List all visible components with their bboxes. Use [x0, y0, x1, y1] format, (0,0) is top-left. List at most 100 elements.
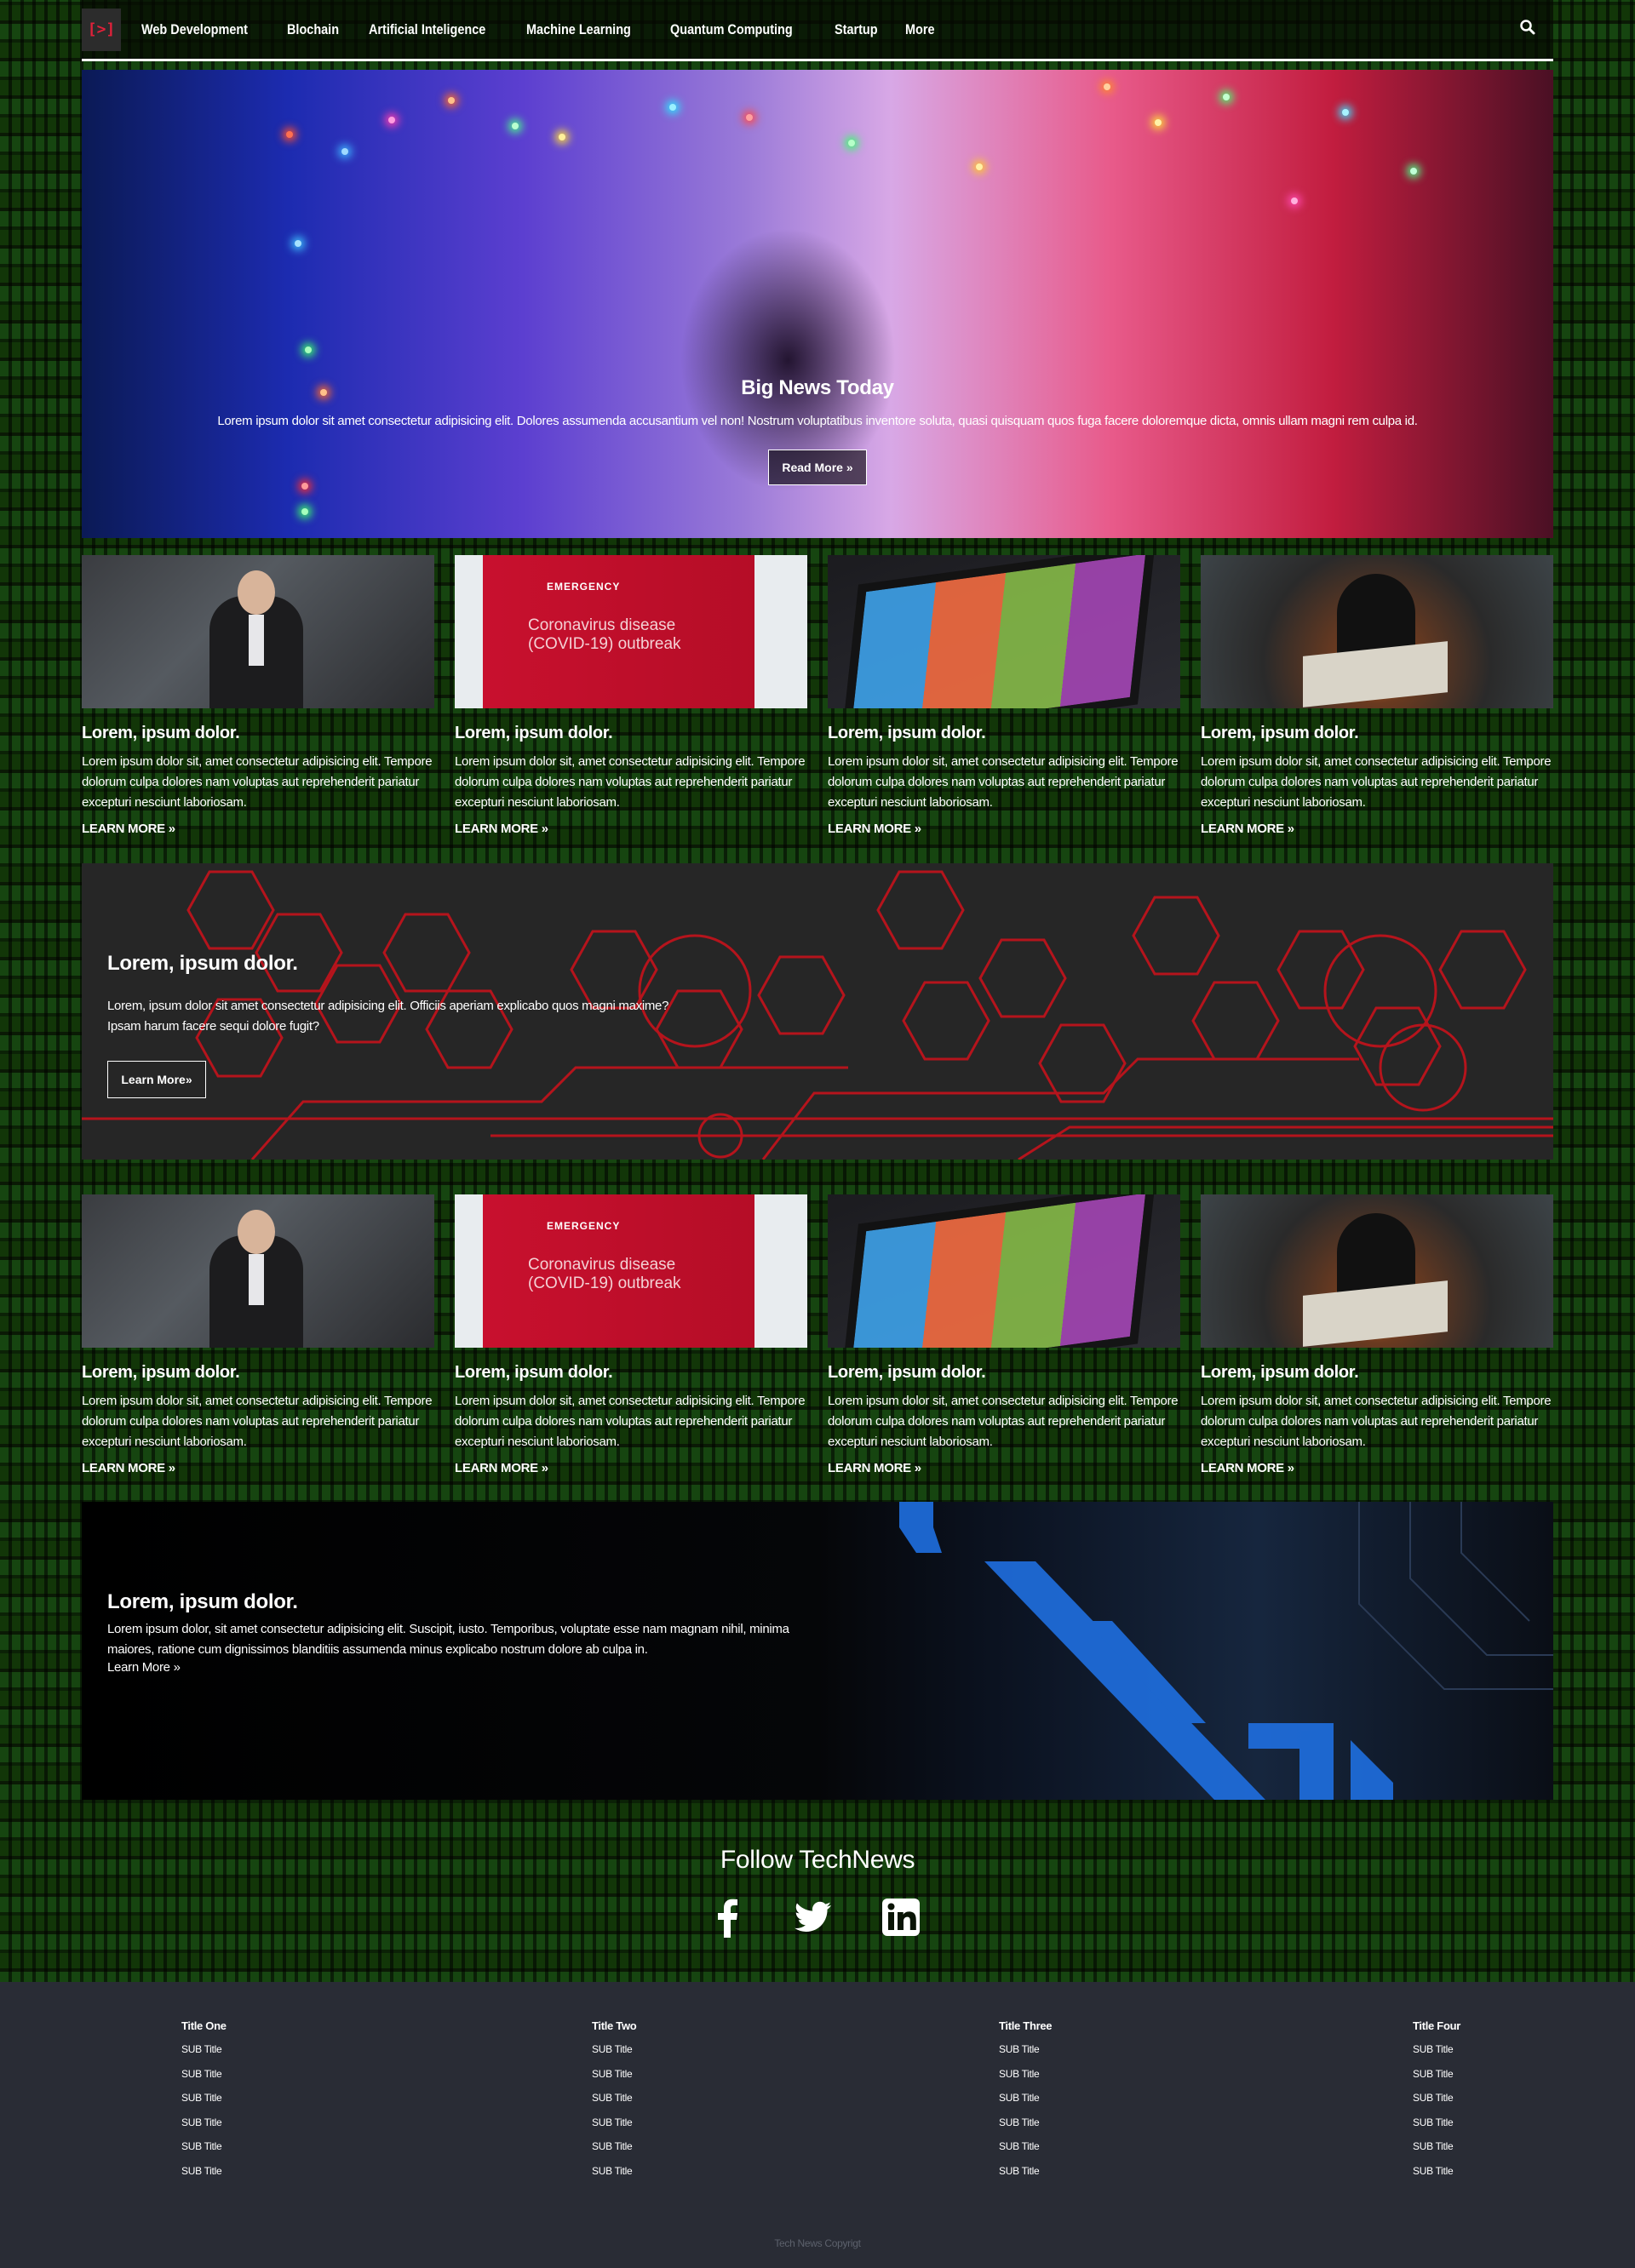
footer-link[interactable]: SUB Title — [999, 2042, 1052, 2067]
hooded-hacker-photo — [1201, 555, 1553, 708]
learn-more-link[interactable]: LEARN MORE » — [455, 1461, 548, 1475]
card-text: Lorem ipsum dolor sit, amet consectetur … — [1201, 1394, 1552, 1449]
footer-link[interactable]: SUB Title — [181, 2067, 227, 2092]
footer-column-title: Title Four — [1413, 2019, 1460, 2032]
follow-title: Follow TechNews — [720, 1846, 915, 1874]
card: Lorem, ipsum dolor. Lorem ipsum dolor si… — [82, 555, 434, 837]
learn-more-link[interactable]: LEARN MORE » — [828, 1461, 921, 1475]
footer-link[interactable]: SUB Title — [181, 2116, 227, 2140]
cards-row-1: Lorem, ipsum dolor. Lorem ipsum dolor si… — [82, 555, 1553, 837]
learn-more-link[interactable]: LEARN MORE » — [1201, 822, 1294, 836]
footer-column: Title Four SUB Title SUB Title SUB Title… — [1413, 2019, 1460, 2189]
card-title: Lorem, ipsum dolor. — [1201, 724, 1359, 742]
linkedin-icon[interactable] — [881, 1897, 921, 1938]
footer-link[interactable]: SUB Title — [999, 2067, 1052, 2092]
nav-item-machine-learning[interactable]: Machine Learning — [526, 21, 631, 38]
card-title: Lorem, ipsum dolor. — [828, 724, 986, 742]
footer-link[interactable]: SUB Title — [999, 2091, 1052, 2116]
footer-link[interactable]: SUB Title — [1413, 2139, 1460, 2164]
office-photo — [82, 1194, 434, 1348]
card-title: Lorem, ipsum dolor. — [82, 724, 240, 742]
card-text: Lorem ipsum dolor sit, amet consectetur … — [1201, 754, 1552, 810]
copyright-text: Tech News Copyrigt — [774, 2237, 861, 2249]
card-title: Lorem, ipsum dolor. — [455, 724, 613, 742]
card-title: Lorem, ipsum dolor. — [828, 1363, 986, 1382]
card-title: Lorem, ipsum dolor. — [82, 1363, 240, 1382]
sign-text: Coronavirus disease (COVID-19) outbreak — [528, 616, 681, 653]
footer-link[interactable]: SUB Title — [1413, 2067, 1460, 2092]
footer-column-title: Title Two — [592, 2019, 637, 2032]
learn-more-link[interactable]: LEARN MORE » — [82, 1461, 175, 1475]
footer-link[interactable]: SUB Title — [181, 2139, 227, 2164]
read-more-button[interactable]: Read More » — [768, 450, 867, 485]
footer-link[interactable]: SUB Title — [592, 2116, 636, 2140]
footer-link[interactable]: SUB Title — [999, 2164, 1052, 2189]
feature-banner-hexagon: Lorem, ipsum dolor. Lorem, ipsum dolor s… — [82, 863, 1553, 1160]
card: Lorem, ipsum dolor. Lorem ipsum dolor si… — [828, 1194, 1180, 1476]
nav-item-startup[interactable]: Startup — [835, 21, 878, 38]
card-title: Lorem, ipsum dolor. — [1201, 1363, 1359, 1382]
card: Lorem, ipsum dolor. Lorem ipsum dolor si… — [1201, 1194, 1553, 1476]
card: Lorem, ipsum dolor. Lorem ipsum dolor si… — [828, 555, 1180, 837]
nav-item-artificial-intelligence[interactable]: Artificial Inteligence — [369, 21, 485, 38]
card-text: Lorem ipsum dolor sit, amet consectetur … — [828, 1394, 1179, 1449]
footer-link[interactable]: SUB Title — [592, 2067, 636, 2092]
card-text: Lorem ipsum dolor sit, amet consectetur … — [455, 754, 806, 810]
card-text: Lorem ipsum dolor sit, amet consectetur … — [82, 1394, 433, 1449]
cards-row-2: Lorem, ipsum dolor. Lorem ipsum dolor si… — [82, 1194, 1553, 1476]
footer-link[interactable]: SUB Title — [592, 2164, 636, 2189]
learn-more-link[interactable]: LEARN MORE » — [1201, 1461, 1294, 1475]
learn-more-link[interactable]: LEARN MORE » — [828, 822, 921, 836]
sign-text: Coronavirus disease (COVID-19) outbreak — [528, 1256, 681, 1292]
nav-item-quantum-computing[interactable]: Quantum Computing — [670, 21, 793, 38]
banner-text: Lorem, ipsum dolor sit amet consectetur … — [107, 999, 669, 1034]
facebook-icon[interactable] — [707, 1897, 748, 1938]
footer-column-title: Title One — [181, 2019, 227, 2032]
footer-link[interactable]: SUB Title — [1413, 2091, 1460, 2116]
footer-column: Title Three SUB Title SUB Title SUB Titl… — [999, 2019, 1053, 2189]
footer-column: Title Two SUB Title SUB Title SUB Title … — [592, 2019, 637, 2189]
footer-link[interactable]: SUB Title — [181, 2091, 227, 2116]
site-logo[interactable]: [>] — [82, 8, 121, 51]
footer-link[interactable]: SUB Title — [1413, 2164, 1460, 2189]
footer-link[interactable]: SUB Title — [181, 2042, 227, 2067]
hooded-hacker-photo — [1201, 1194, 1553, 1348]
card-text: Lorem ipsum dolor sit, amet consectetur … — [455, 1394, 806, 1449]
nav-item-web-development[interactable]: Web Development — [141, 21, 248, 38]
search-icon[interactable] — [1519, 19, 1536, 36]
footer-link[interactable]: SUB Title — [1413, 2116, 1460, 2140]
banner-title: Lorem, ipsum dolor. — [107, 1590, 298, 1613]
learn-more-button[interactable]: Learn More» — [107, 1061, 206, 1098]
hero-text: Lorem ipsum dolor sit amet consectetur a… — [217, 414, 1418, 428]
card: Lorem, ipsum dolor. Lorem ipsum dolor si… — [82, 1194, 434, 1476]
sign-label: EMERGENCY — [547, 581, 621, 593]
banner-title: Lorem, ipsum dolor. — [107, 952, 298, 975]
banner-text: Lorem ipsum dolor, sit amet consectetur … — [107, 1622, 789, 1657]
card-text: Lorem ipsum dolor sit, amet consectetur … — [828, 754, 1179, 810]
nav-item-more[interactable]: More — [905, 21, 935, 38]
card: Lorem, ipsum dolor. Lorem ipsum dolor si… — [1201, 555, 1553, 837]
learn-more-link[interactable]: Learn More » — [107, 1660, 181, 1675]
hero-title: Big News Today — [741, 376, 894, 399]
nav-item-blockchain[interactable]: Blochain — [287, 21, 339, 38]
site-footer: Title One SUB Title SUB Title SUB Title … — [0, 1982, 1635, 2268]
learn-more-link[interactable]: LEARN MORE » — [82, 822, 175, 836]
footer-column: Title One SUB Title SUB Title SUB Title … — [181, 2019, 227, 2189]
footer-link[interactable]: SUB Title — [181, 2164, 227, 2189]
footer-link[interactable]: SUB Title — [592, 2139, 636, 2164]
card: EMERGENCY Coronavirus disease (COVID-19)… — [455, 555, 807, 837]
footer-link[interactable]: SUB Title — [592, 2042, 636, 2067]
twitter-icon[interactable] — [792, 1897, 833, 1938]
office-photo — [82, 555, 434, 708]
card-title: Lorem, ipsum dolor. — [455, 1363, 613, 1382]
hero-banner: Big News Today Lorem ipsum dolor sit ame… — [82, 70, 1553, 538]
footer-link[interactable]: SUB Title — [999, 2139, 1052, 2164]
feature-banner-circuit: Lorem, ipsum dolor. Lorem ipsum dolor, s… — [82, 1502, 1553, 1800]
learn-more-link[interactable]: LEARN MORE » — [455, 822, 548, 836]
footer-link[interactable]: SUB Title — [1413, 2042, 1460, 2067]
sign-label: EMERGENCY — [547, 1220, 621, 1232]
footer-link[interactable]: SUB Title — [592, 2091, 636, 2116]
footer-column-title: Title Three — [999, 2019, 1053, 2032]
tablet-photo — [828, 555, 1180, 708]
footer-link[interactable]: SUB Title — [999, 2116, 1052, 2140]
